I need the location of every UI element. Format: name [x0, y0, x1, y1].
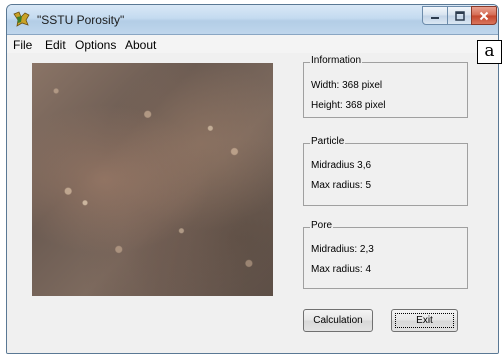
porosity-sample-image	[32, 63, 273, 296]
information-legend: Information	[310, 55, 363, 66]
pore-max-radius-label: Max radius: 4	[311, 264, 372, 275]
image-height-label: Height: 368 pixel	[311, 100, 386, 111]
menu-file[interactable]: File	[13, 38, 32, 52]
figure-label: a	[477, 40, 502, 64]
close-icon	[479, 11, 489, 21]
pore-legend: Pore	[310, 220, 334, 231]
menu-edit[interactable]: Edit	[45, 38, 66, 52]
menu-about[interactable]: About	[125, 38, 156, 52]
menu-bar: File Edit Options About	[7, 35, 498, 53]
calculation-button-label: Calculation	[313, 315, 363, 326]
title-bar[interactable]: "SSTU Porosity"	[7, 5, 498, 35]
minimize-icon	[431, 17, 439, 19]
maximize-icon	[454, 11, 465, 21]
menu-options[interactable]: Options	[75, 38, 116, 52]
pore-group: Pore Midradius: 2,3 Max radius: 4	[303, 220, 468, 289]
image-width-label: Width: 368 pixel	[311, 80, 383, 91]
close-button[interactable]	[471, 6, 497, 25]
calculation-button[interactable]: Calculation	[303, 309, 373, 332]
focus-rectangle	[395, 313, 454, 328]
pore-midradius-label: Midradius: 2,3	[311, 244, 374, 255]
window-title: "SSTU Porosity"	[37, 13, 125, 27]
particle-group: Particle Midradius 3,6 Max radius: 5	[303, 136, 468, 206]
maximize-button[interactable]	[447, 6, 472, 25]
minimize-button[interactable]	[422, 6, 448, 25]
exit-button[interactable]: Exit	[391, 309, 458, 332]
particle-max-radius-label: Max radius: 5	[311, 180, 372, 191]
particle-legend: Particle	[310, 136, 346, 147]
information-group: Information Width: 368 pixel Height: 368…	[303, 55, 468, 118]
app-icon	[13, 11, 30, 27]
particle-midradius-label: Midradius 3,6	[311, 160, 372, 171]
